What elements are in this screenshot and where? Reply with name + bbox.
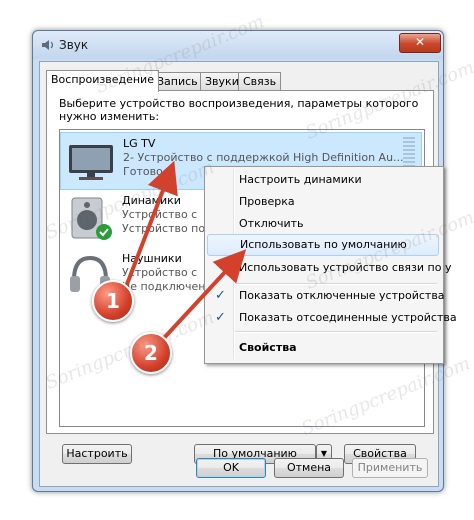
tab-recording[interactable]: Запись bbox=[152, 72, 203, 91]
menu-item-configure-speakers[interactable]: Настроить динамики bbox=[207, 169, 439, 191]
close-button[interactable]: ✕ bbox=[399, 33, 441, 53]
context-menu: Настроить динамики Проверка Отключить Ис… bbox=[204, 166, 457, 364]
device-name: Динамики bbox=[122, 194, 181, 207]
speaker-icon bbox=[42, 40, 54, 50]
device-description: 2- Устройство с поддержкой High Definiti… bbox=[123, 151, 404, 164]
menu-separator bbox=[235, 331, 437, 333]
device-status: Готово bbox=[123, 165, 163, 178]
menu-item-label: Отключить bbox=[239, 217, 304, 230]
speaker-device-icon bbox=[71, 197, 112, 240]
ok-button[interactable]: OK bbox=[196, 458, 266, 478]
instruction-text: Выберите устройство воспроизведения, пар… bbox=[59, 97, 419, 123]
menu-item-label: Свойства bbox=[239, 341, 297, 354]
configure-button[interactable]: Настроить bbox=[62, 444, 132, 464]
cancel-button[interactable]: Отмена bbox=[274, 458, 344, 478]
device-description: Устройство с bbox=[122, 266, 198, 279]
menu-item-label: Показать отсоединенные устройства bbox=[239, 311, 457, 324]
menu-item-label: Использовать по умолчанию bbox=[240, 238, 407, 251]
menu-item-label: Показать отключенные устройства bbox=[239, 289, 445, 302]
menu-item-set-default[interactable]: Использовать по умолчанию bbox=[207, 234, 439, 256]
menu-item-label: Настроить динамики bbox=[239, 173, 362, 186]
callout-badge-2: 2 bbox=[130, 332, 172, 374]
tv-icon bbox=[69, 145, 113, 180]
device-name: LG TV bbox=[123, 137, 156, 150]
callout-badge-1: 1 bbox=[92, 280, 134, 322]
menu-item-properties[interactable]: Свойства bbox=[207, 337, 439, 359]
device-status: Не подключено bbox=[122, 280, 213, 293]
menu-item-show-disconnected[interactable]: ✓ Показать отсоединенные устройства bbox=[207, 307, 457, 329]
apply-button: Применить bbox=[352, 458, 428, 478]
menu-item-test[interactable]: Проверка bbox=[207, 191, 439, 213]
device-name: Наушники bbox=[122, 252, 182, 265]
menu-item-label: Проверка bbox=[239, 195, 295, 208]
title-bar[interactable]: Звук ✕ bbox=[33, 31, 443, 59]
tab-communications[interactable]: Связь bbox=[238, 72, 282, 91]
checkmark-icon: ✓ bbox=[215, 310, 226, 325]
device-status: Устройство по bbox=[122, 222, 206, 235]
checkmark-icon: ✓ bbox=[215, 288, 226, 303]
window-title: Звук bbox=[59, 38, 89, 52]
menu-item-disable[interactable]: Отключить bbox=[207, 213, 439, 235]
menu-item-label: Использовать устройство связи по у bbox=[239, 261, 452, 274]
menu-item-set-default-comm[interactable]: Использовать устройство связи по у bbox=[207, 257, 451, 279]
menu-item-show-disabled[interactable]: ✓ Показать отключенные устройства bbox=[207, 285, 445, 307]
tab-playback[interactable]: Воспроизведение bbox=[46, 70, 159, 92]
device-description: Устройство с bbox=[122, 208, 198, 221]
